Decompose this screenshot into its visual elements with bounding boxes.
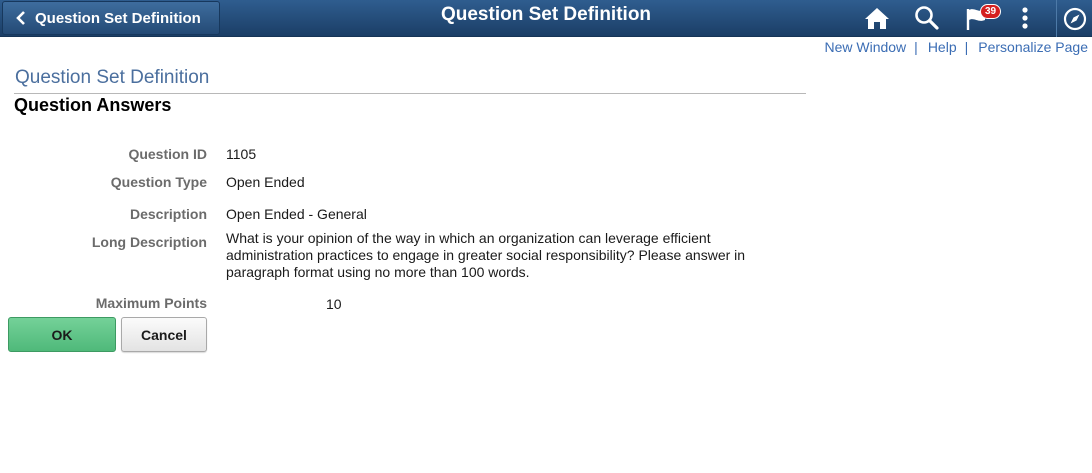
page-title: Question Set Definition xyxy=(15,67,210,88)
long-description-value: What is your opinion of the way in which… xyxy=(226,230,746,280)
long-description-label: Long Description xyxy=(91,234,207,250)
link-separator: | xyxy=(914,39,918,55)
maximum-points-value: 10 xyxy=(326,296,342,312)
new-window-link[interactable]: New Window xyxy=(824,39,906,55)
chevron-left-icon xyxy=(9,11,33,25)
description-value: Open Ended - General xyxy=(226,206,367,222)
cancel-button[interactable]: Cancel xyxy=(121,317,207,352)
back-button[interactable]: Question Set Definition xyxy=(2,1,220,35)
question-id-value: 1105 xyxy=(226,146,257,162)
title-divider xyxy=(14,93,806,94)
ok-button[interactable]: OK xyxy=(8,317,116,352)
question-id-label: Question ID xyxy=(128,146,207,162)
notifications-flag-icon[interactable]: 39 xyxy=(960,3,1002,33)
maximum-points-label: Maximum Points xyxy=(95,295,207,311)
question-type-label: Question Type xyxy=(110,174,207,190)
home-icon[interactable] xyxy=(862,3,892,33)
more-vertical-icon[interactable] xyxy=(1010,3,1040,33)
header-banner: Question Set Definition Question Set Def… xyxy=(0,0,1092,37)
section-title: Question Answers xyxy=(14,95,172,115)
personalize-page-link[interactable]: Personalize Page xyxy=(978,39,1088,55)
notification-count-badge: 39 xyxy=(980,4,1002,19)
banner-title: Question Set Definition xyxy=(440,4,652,25)
search-icon[interactable] xyxy=(912,3,942,33)
back-button-label: Question Set Definition xyxy=(35,9,201,27)
link-separator: | xyxy=(964,39,969,55)
description-label: Description xyxy=(129,206,207,222)
page-links-bar: New Window | Help | Personalize Page xyxy=(824,39,1088,55)
compass-icon[interactable] xyxy=(1056,0,1092,37)
help-link[interactable]: Help xyxy=(928,39,957,55)
question-type-value: Open Ended xyxy=(226,174,305,190)
